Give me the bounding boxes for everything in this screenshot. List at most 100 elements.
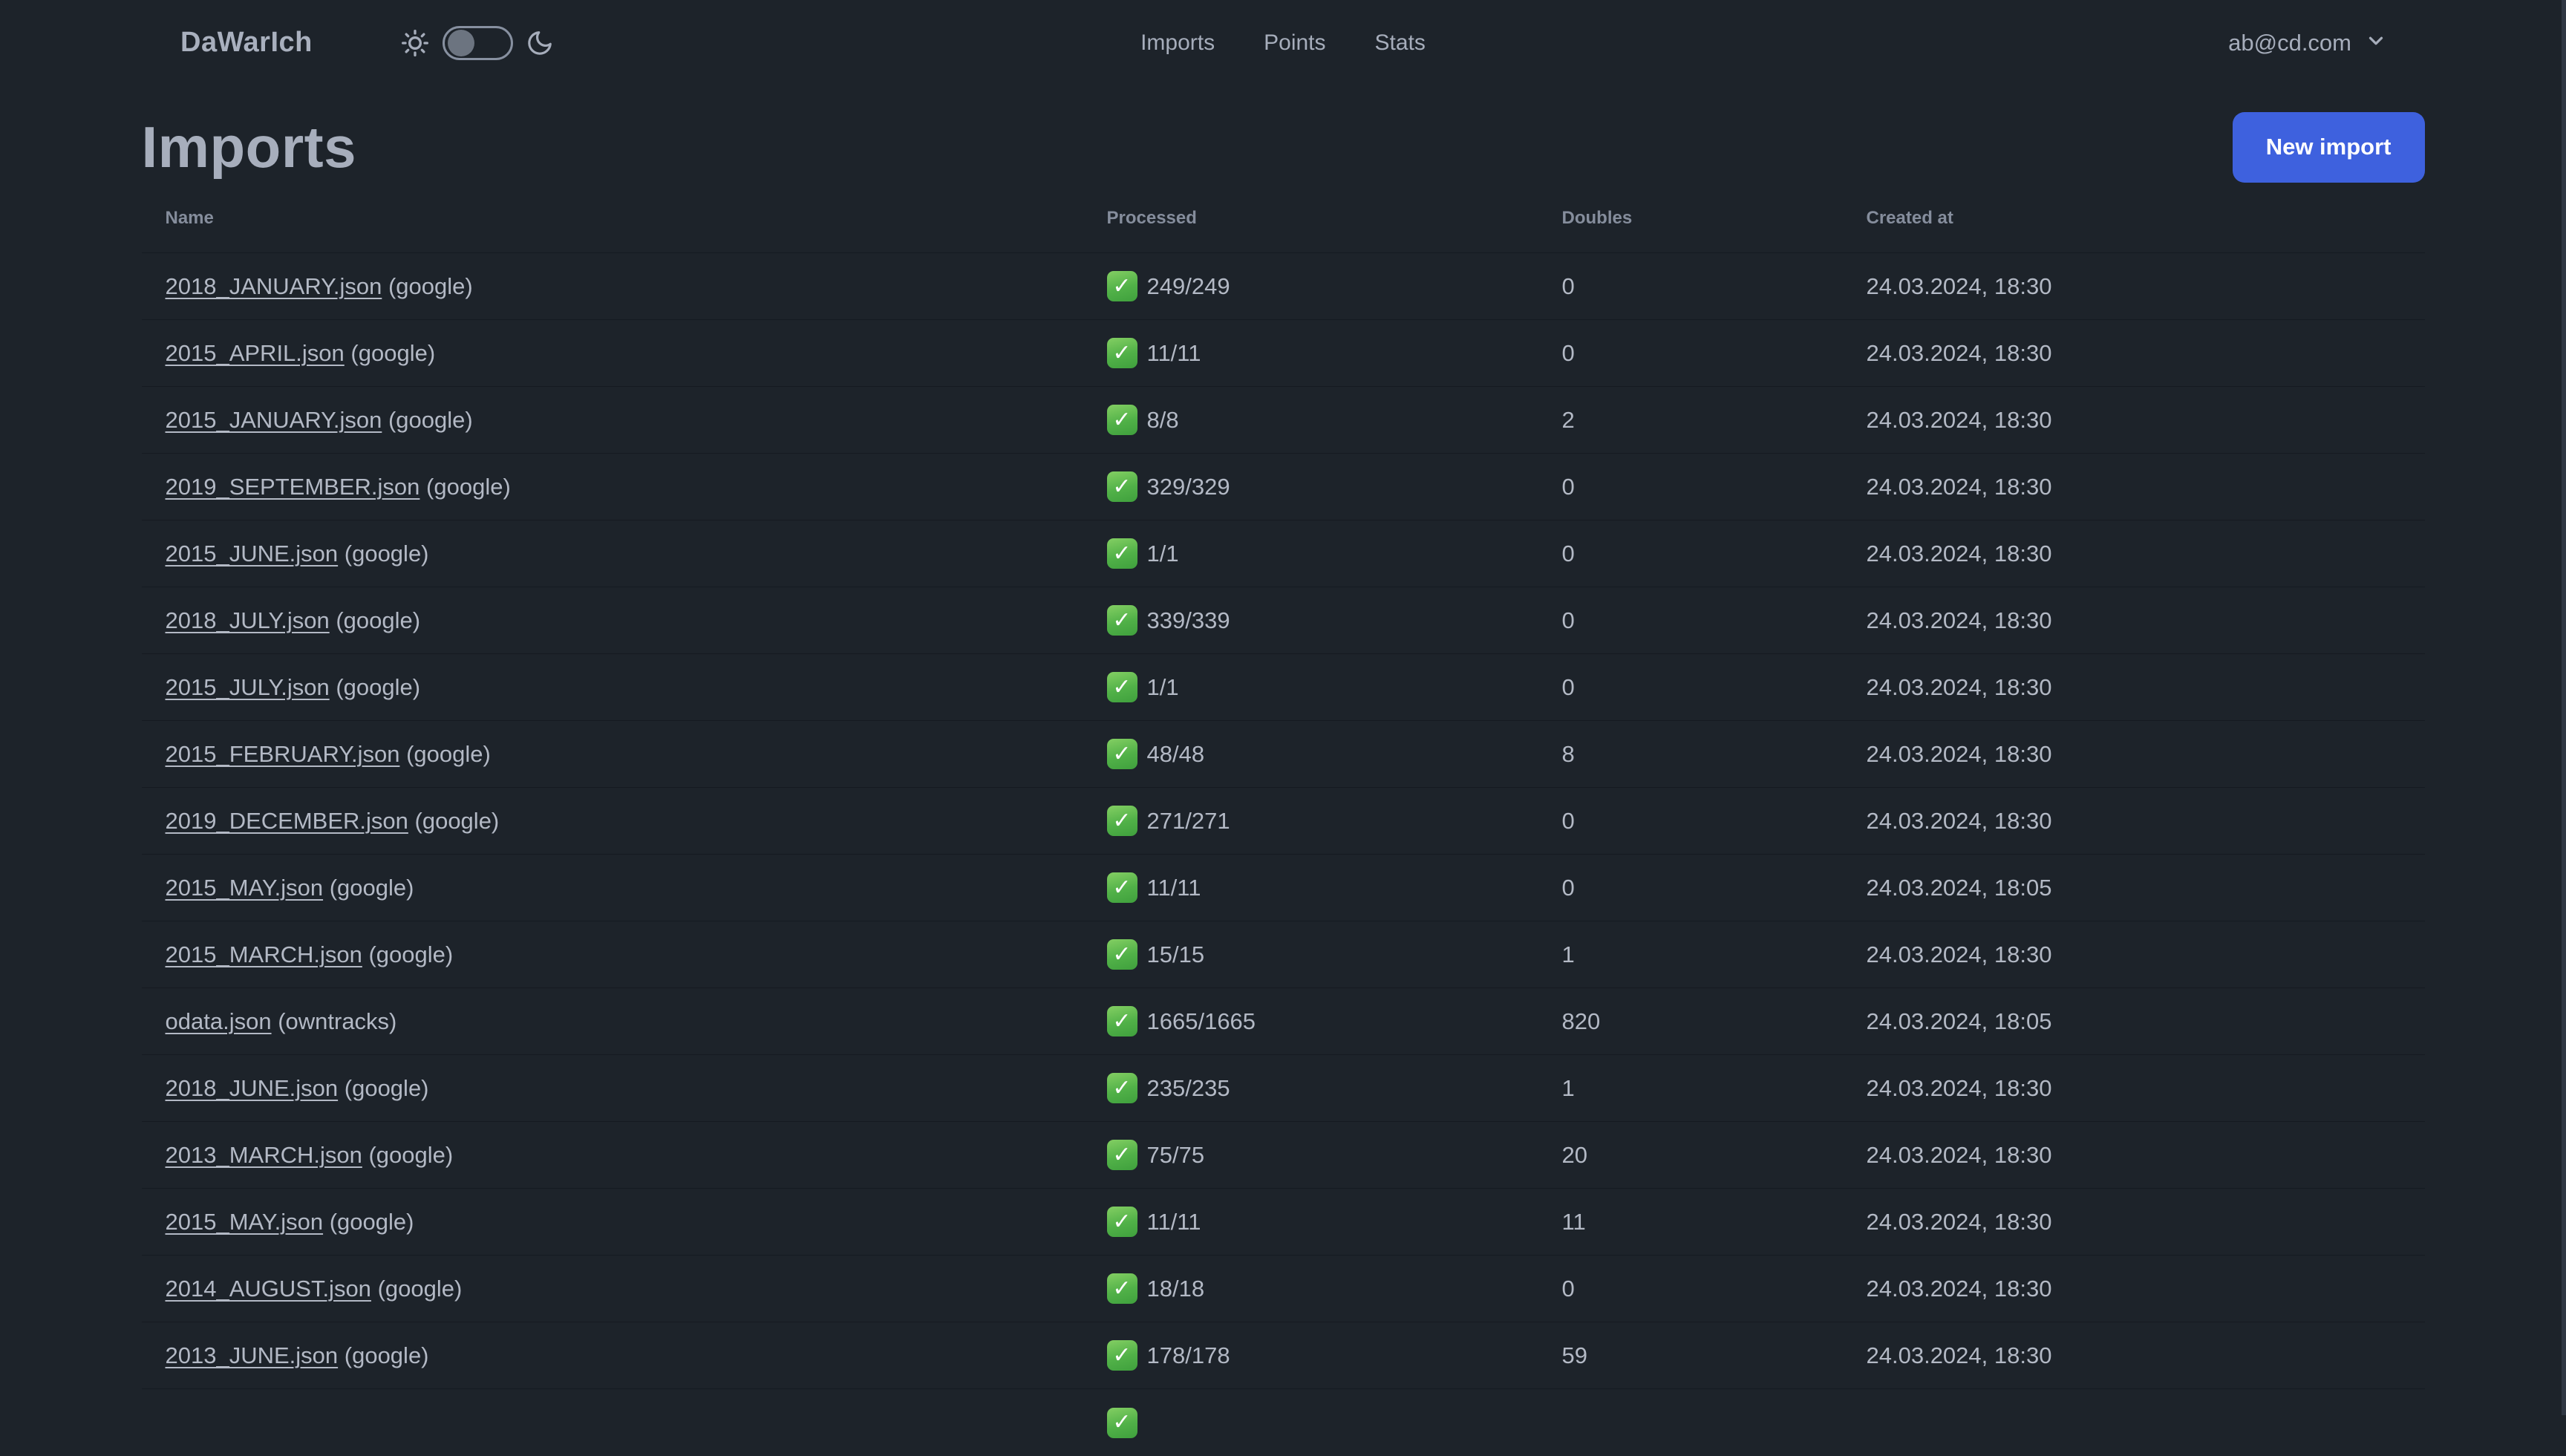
table-row: 2018_JUNE.json (google) ✓ 235/235 1 24.0… [141,1055,2425,1122]
import-file-link[interactable]: 2015_JUNE.json [166,541,339,567]
page-title: Imports [141,114,357,180]
created-at: 24.03.2024, 18:30 [1866,1275,2052,1302]
theme-toggle-group [400,25,554,60]
created-at: 24.03.2024, 18:30 [1866,807,2052,834]
import-file-link[interactable]: 2015_APRIL.json [166,340,345,366]
import-file-link[interactable]: 2015_MARCH.json [166,941,362,967]
nav-link-points[interactable]: Points [1264,30,1325,56]
table-row: 2014_AUGUST.json (google) ✓ 18/18 0 24.0… [141,1256,2425,1322]
success-check-icon: ✓ [1106,1006,1137,1036]
import-file-link[interactable]: 2018_JANUARY.json [166,273,382,299]
processed-cell: ✓ 1665/1665 [1083,1006,1538,1036]
created-at: 24.03.2024, 18:30 [1866,406,2052,433]
table-row: 2018_JANUARY.json (google) ✓ 249/249 0 2… [141,253,2425,320]
table-row: 2018_JULY.json (google) ✓ 339/339 0 24.0… [141,587,2425,654]
column-header-processed: Processed [1106,208,1197,228]
table-row: 2015_MAY.json (google) ✓ 11/11 0 24.03.2… [141,855,2425,921]
import-file-link[interactable]: 2015_JANUARY.json [166,407,382,433]
import-file-link[interactable]: 2014_AUGUST.json [166,1276,371,1302]
table-row: 2019_SEPTEMBER.json (google) ✓ 329/329 0… [141,454,2425,520]
column-header-doubles: Doubles [1561,208,1633,228]
user-menu[interactable]: ab@cd.com [2228,30,2387,56]
imports-page: Imports New import Name Processed Double… [141,110,2425,1456]
table-body: 2018_JANUARY.json (google) ✓ 249/249 0 2… [141,253,2425,1456]
processed-count: 75/75 [1146,1141,1205,1168]
doubles-count: 0 [1561,473,1575,500]
created-at: 24.03.2024, 18:30 [1866,740,2052,767]
page-scrollbar[interactable] [2562,0,2566,1415]
doubles-count: 11 [1561,1208,1586,1235]
import-file-link[interactable]: 2019_SEPTEMBER.json [166,474,420,500]
user-email: ab@cd.com [2228,29,2351,56]
table-row: odata.json (owntracks) ✓ 1665/1665 820 2… [141,988,2425,1055]
doubles-count: 0 [1561,272,1575,299]
success-check-icon: ✓ [1106,1407,1137,1438]
doubles-count: 0 [1561,807,1575,834]
success-check-icon: ✓ [1106,672,1137,702]
processed-cell: ✓ 15/15 [1083,939,1538,970]
success-check-icon: ✓ [1106,271,1137,301]
success-check-icon: ✓ [1106,1207,1137,1237]
import-file-link[interactable]: 2018_JULY.json [166,607,330,633]
created-at: 24.03.2024, 18:30 [1866,607,2052,633]
import-source-label: (google) [426,473,511,500]
processed-cell: ✓ 249/249 [1083,271,1538,301]
table-row: 2013_JUNE.json (google) ✓ 178/178 59 24.… [141,1322,2425,1389]
name-cell: 2015_APRIL.json (google) [142,340,1083,367]
import-source-label: (google) [388,272,473,299]
success-check-icon: ✓ [1106,538,1137,569]
processed-cell: ✓ 339/339 [1083,605,1538,636]
doubles-count: 59 [1561,1342,1587,1368]
created-at: 24.03.2024, 18:30 [1866,1141,2052,1168]
created-at: 24.03.2024, 18:30 [1866,1074,2052,1101]
success-check-icon: ✓ [1106,338,1137,368]
processed-count: 178/178 [1146,1342,1230,1368]
processed-count: 48/48 [1146,740,1205,767]
import-source-label: (google) [350,339,436,366]
processed-count: 1/1 [1146,673,1179,700]
doubles-count: 1 [1561,1074,1575,1101]
import-file-link[interactable]: 2015_FEBRUARY.json [166,741,400,767]
success-check-icon: ✓ [1106,471,1137,502]
nav-link-stats[interactable]: Stats [1375,30,1426,56]
table-row: 2015_JANUARY.json (google) ✓ 8/8 2 24.03… [141,387,2425,454]
doubles-count: 0 [1561,673,1575,700]
column-header-name: Name [165,208,214,228]
name-cell: 2015_MAY.json (google) [142,875,1083,901]
theme-toggle-switch[interactable] [442,25,513,60]
import-file-link[interactable]: 2019_DECEMBER.json [166,808,408,834]
name-cell: 2018_JULY.json (google) [142,607,1083,634]
import-source-label: (google) [336,673,421,700]
import-source-label: (google) [344,1342,429,1368]
processed-count: 235/235 [1146,1074,1230,1101]
new-import-button[interactable]: New import [2232,111,2425,183]
import-file-link[interactable]: 2015_JULY.json [166,674,330,700]
navbar-left: DaWarIch [180,25,554,60]
doubles-count: 8 [1561,740,1575,767]
processed-count: 271/271 [1146,807,1230,834]
name-cell: 2015_MAY.json (google) [142,1209,1083,1235]
processed-cell: ✓ 8/8 [1083,405,1538,435]
name-cell: 2018_JANUARY.json (google) [142,273,1083,300]
import-file-link[interactable]: 2013_MARCH.json [166,1142,362,1168]
app-logo[interactable]: DaWarIch [180,27,313,59]
import-file-link[interactable]: 2018_JUNE.json [166,1075,339,1101]
processed-count: 339/339 [1146,607,1230,633]
processed-cell: ✓ 1/1 [1083,672,1538,702]
import-source-label: (google) [368,1141,454,1168]
name-cell: 2015_JULY.json (google) [142,674,1083,701]
success-check-icon: ✓ [1106,1140,1137,1170]
doubles-count: 1 [1561,941,1575,967]
table-header-row: Name Processed Doubles Created at [141,184,2425,253]
table-row: 2015_JUNE.json (google) ✓ 1/1 0 24.03.20… [141,520,2425,587]
import-file-link[interactable]: 2015_MAY.json [166,875,324,901]
created-at: 24.03.2024, 18:30 [1866,540,2052,567]
nav-link-imports[interactable]: Imports [1140,30,1215,56]
import-file-link[interactable]: 2015_MAY.json [166,1209,324,1235]
processed-count: 8/8 [1146,406,1179,433]
import-file-link[interactable]: 2013_JUNE.json [166,1342,339,1368]
table-row: 2015_JULY.json (google) ✓ 1/1 0 24.03.20… [141,654,2425,721]
table-row: 2013_MARCH.json (google) ✓ 75/75 20 24.0… [141,1122,2425,1189]
success-check-icon: ✓ [1106,1340,1137,1371]
import-file-link[interactable]: odata.json [166,1008,272,1034]
